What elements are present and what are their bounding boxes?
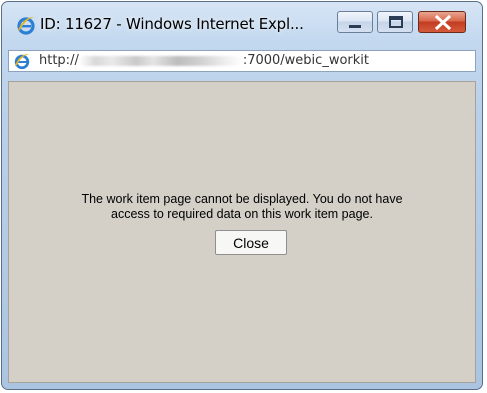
maximize-button[interactable] bbox=[377, 11, 413, 33]
address-url-suffix: :7000/webic_workit bbox=[242, 53, 369, 68]
minimize-icon bbox=[349, 25, 361, 28]
internet-explorer-icon bbox=[13, 52, 31, 70]
close-icon bbox=[434, 14, 452, 31]
address-url: http:// :7000/webic_workit bbox=[39, 53, 369, 68]
error-message-line1: The work item page cannot be displayed. … bbox=[81, 192, 403, 206]
maximize-icon bbox=[389, 16, 403, 28]
close-button[interactable]: Close bbox=[215, 230, 287, 255]
internet-explorer-icon bbox=[16, 15, 36, 35]
title-bar[interactable]: ID: 11627 - Windows Internet Expl... bbox=[2, 2, 482, 50]
minimize-button[interactable] bbox=[337, 11, 373, 33]
browser-window: ID: 11627 - Windows Internet Expl... htt… bbox=[1, 1, 483, 390]
address-url-redacted bbox=[78, 55, 243, 66]
error-message-line2: access to required data on this work ite… bbox=[111, 207, 373, 221]
address-bar[interactable]: http:// :7000/webic_workit bbox=[8, 50, 476, 72]
address-url-prefix: http:// bbox=[39, 53, 79, 68]
window-title: ID: 11627 - Windows Internet Expl... bbox=[40, 15, 304, 33]
close-window-button[interactable] bbox=[418, 11, 466, 33]
error-message: The work item page cannot be displayed. … bbox=[9, 192, 475, 222]
page-content: The work item page cannot be displayed. … bbox=[8, 81, 476, 383]
